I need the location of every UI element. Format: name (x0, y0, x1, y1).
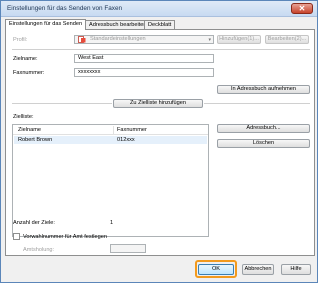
list-header: Zielname Faxnummer (13, 125, 208, 135)
column-header-name[interactable]: Zielname (18, 127, 41, 133)
addressbook-button[interactable]: Adressbuch... (217, 124, 310, 133)
tab-edit-addressbook[interactable]: Adressbuch bearbeiten (85, 20, 151, 29)
list-item[interactable]: Robert Brown 012xxx (14, 136, 207, 144)
column-header-fax[interactable]: Faxnummer (117, 127, 147, 133)
prefix-checkbox[interactable] (13, 233, 20, 240)
ok-button[interactable]: OK (198, 264, 234, 275)
divider (12, 49, 310, 50)
close-icon: ✕ (298, 4, 306, 13)
title-bar[interactable]: Einstellungen für das Senden von Faxen ✕ (1, 1, 317, 17)
add-to-destination-list-button[interactable]: Zu Zielliste hinzufügen (113, 99, 203, 108)
chevron-down-icon: ▾ (208, 37, 211, 43)
outside-line-input[interactable] (110, 244, 146, 253)
tab-label: Deckblatt (148, 22, 172, 28)
prefix-checkbox-label[interactable]: Vorwahlnummer für Amt festlegen (23, 234, 107, 240)
recipient-name-label: Zielname: (13, 56, 38, 62)
fax-number-input[interactable]: xxxxxxxx (74, 68, 214, 77)
recipient-name-input[interactable]: West East (74, 54, 214, 63)
help-button[interactable]: Hilfe (281, 264, 311, 275)
list-item-name: Robert Brown (18, 137, 53, 143)
list-item-fax: 012xxx (117, 137, 135, 143)
destination-list-label: Zielliste: (13, 114, 34, 120)
tab-send-settings[interactable]: Einstellungen für das Senden (5, 19, 87, 30)
profile-edit-button[interactable]: Bearbeiten(2)... (265, 35, 309, 44)
fax-number-label: Faxnummer: (13, 70, 45, 76)
destination-count-label: Anzahl der Ziele: (13, 220, 55, 226)
profile-label: Profil: (13, 37, 28, 43)
tab-label: Einstellungen für das Senden (9, 21, 83, 27)
document-icon (78, 36, 86, 43)
tab-panel: Profil: Standardeinstellungen ▾ Hinzufüg… (5, 29, 315, 256)
cancel-button[interactable]: Abbrechen (242, 264, 274, 275)
divider (12, 103, 112, 104)
profile-add-button[interactable]: Hinzufügen(1)... (217, 35, 261, 44)
close-button[interactable]: ✕ (291, 3, 313, 14)
tab-label: Adressbuch bearbeiten (89, 22, 147, 28)
profile-select[interactable]: Standardeinstellungen ▾ (74, 35, 214, 44)
divider (204, 103, 310, 104)
outside-line-label: Amtsholung: (23, 247, 55, 253)
add-to-addressbook-button[interactable]: In Adressbuch aufnehmen (217, 85, 310, 94)
column-divider[interactable] (113, 126, 114, 134)
fax-settings-dialog: Einstellungen für das Senden von Faxen ✕… (0, 0, 318, 283)
tab-cover-sheet[interactable]: Deckblatt (144, 20, 176, 29)
profile-value: Standardeinstellungen (90, 36, 146, 42)
destination-count-value: 1 (110, 220, 114, 226)
delete-button[interactable]: Löschen (217, 139, 310, 148)
window-title: Einstellungen für das Senden von Faxen (7, 5, 123, 12)
